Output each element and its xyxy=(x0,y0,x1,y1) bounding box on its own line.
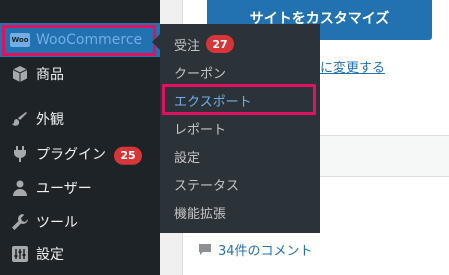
sidebar-item-woocommerce[interactable]: Woo WooCommerce xyxy=(0,23,160,57)
sidebar-item-label: 設定 xyxy=(36,247,64,263)
orders-count-badge: 27 xyxy=(206,35,234,53)
products-box-icon xyxy=(10,64,30,84)
submenu-item-extensions[interactable]: 機能拡張 xyxy=(160,198,320,226)
submenu-item-reports[interactable]: レポート xyxy=(160,114,320,142)
sidebar-item-appearance[interactable]: 外観 xyxy=(0,102,160,136)
submenu-item-label: 受注 xyxy=(174,38,201,54)
submenu-item-label: レポート xyxy=(174,122,227,138)
sidebar-item-label: 外観 xyxy=(36,112,64,128)
sidebar-item-users[interactable]: ユーザー xyxy=(0,171,160,205)
submenu-item-label: エクスポート xyxy=(174,94,252,110)
sidebar-item-label: ユーザー xyxy=(36,181,92,197)
sidebar-item-label: ツール xyxy=(36,215,78,231)
plugins-update-badge: 25 xyxy=(114,146,142,165)
tools-wrench-icon xyxy=(10,212,30,232)
change-theme-link[interactable]: に変更する xyxy=(320,57,385,76)
sidebar-item-label: プラグイン 25 xyxy=(36,144,142,165)
sidebar-item-settings[interactable]: 設定 xyxy=(0,237,160,271)
sidebar-item-products[interactable]: 商品 xyxy=(0,57,160,91)
settings-sliders-icon xyxy=(10,244,30,264)
submenu-item-label: 機能拡張 xyxy=(174,206,227,222)
comments-count-label: 34件のコメント xyxy=(218,244,313,259)
woocommerce-icon: Woo xyxy=(10,30,30,50)
sidebar-item-label: 商品 xyxy=(36,67,64,83)
submenu-item-label: ステータス xyxy=(174,178,240,194)
users-icon xyxy=(10,178,30,198)
submenu-item-status[interactable]: ステータス xyxy=(160,170,320,198)
appearance-brush-icon xyxy=(10,109,30,129)
submenu-item-label: 設定 xyxy=(174,150,201,166)
submenu-item-orders[interactable]: 受注 27 xyxy=(160,30,320,58)
plugins-icon xyxy=(10,144,30,164)
submenu-item-settings[interactable]: 設定 xyxy=(160,142,320,170)
submenu-pointer xyxy=(152,34,160,50)
submenu-item-coupons[interactable]: クーポン xyxy=(160,58,320,86)
sidebar-item-tools[interactable]: ツール xyxy=(0,205,160,239)
comments-link[interactable]: 34件のコメント xyxy=(198,240,313,259)
sidebar-item-plugins[interactable]: プラグイン 25 xyxy=(0,137,160,171)
admin-sidebar: Woo WooCommerce 商品 外観 プラグイン25 ユーザー ツール xyxy=(0,0,160,275)
submenu-item-export[interactable]: エクスポート xyxy=(160,86,320,114)
woocommerce-submenu: 受注 27 クーポン エクスポート レポート 設定 ステータス 機能拡張 xyxy=(160,24,320,233)
comment-bubble-icon xyxy=(198,243,212,257)
submenu-item-label: クーポン xyxy=(174,66,227,82)
sidebar-item-label: WooCommerce xyxy=(36,32,143,48)
